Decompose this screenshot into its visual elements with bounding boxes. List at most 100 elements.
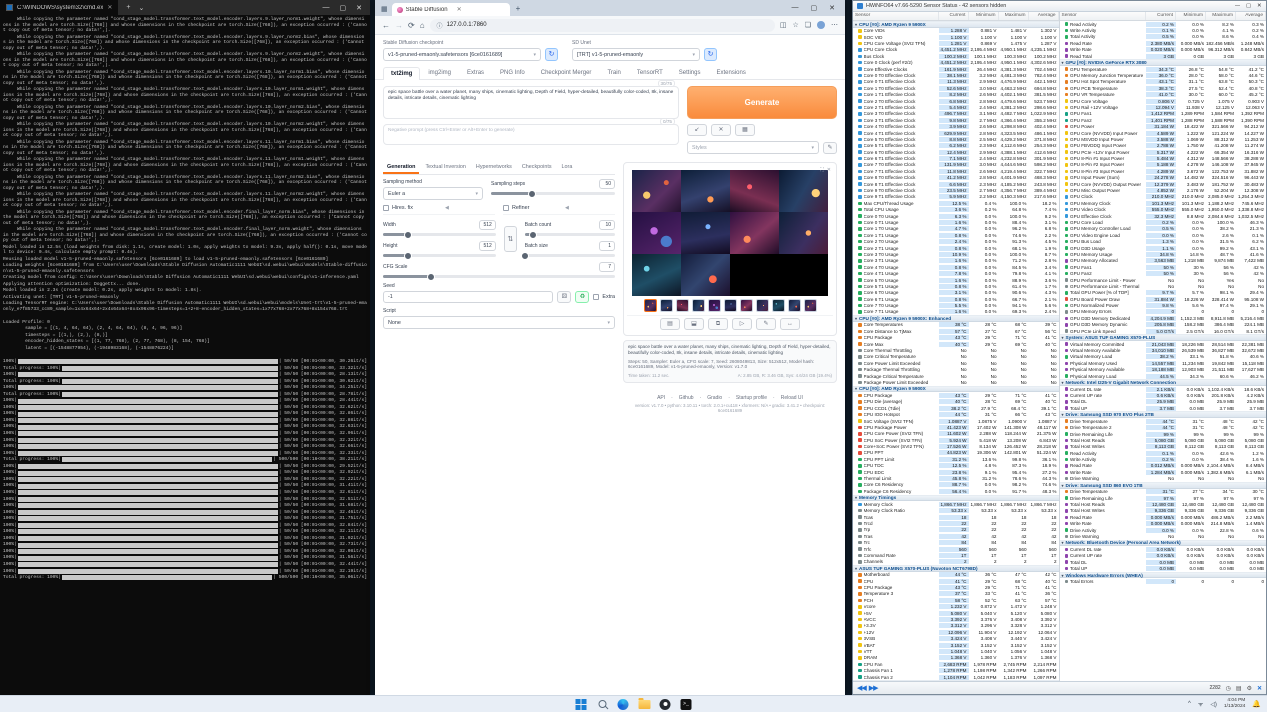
send-to-inpaint-button[interactable]: ✎	[756, 318, 776, 330]
sensor-row[interactable]: GPU Performance Limit - ThermalNoNoNoNo	[1060, 283, 1267, 289]
tab-train[interactable]: Train	[599, 66, 628, 79]
sensor-row[interactable]: Write Activity0.1 %0.0 %4.1 %0.2 %	[1060, 27, 1267, 33]
tray-chevron-icon[interactable]: ^	[1188, 701, 1191, 707]
sensor-row[interactable]: Core Distance to TjMax57 °C27 °C67 °C56 …	[853, 328, 1059, 334]
sensor-row[interactable]: +12V12.096 V11.904 V12.192 V12.064 V	[853, 629, 1059, 635]
sensor-group-header[interactable]: ▾GPU [#0]: NVIDIA GeForce RTX 3080	[1060, 59, 1267, 66]
browser-maximize-button[interactable]: ▢	[811, 4, 818, 12]
sensor-row[interactable]: Write Rate0.000 MB/s0.000 MB/s214.8 MB/s…	[1060, 520, 1267, 526]
sensor-row[interactable]: Core Effective Clocks161.9 MHz26.4 MHz4,…	[853, 66, 1059, 72]
sensor-row[interactable]: Virtual Memory Load38.2 %33.1 %51.8 %40.…	[1060, 354, 1267, 360]
batch-size-slider[interactable]: Batch size1	[525, 241, 615, 257]
sensor-row[interactable]: Core 3 T1 Usage1.6 %0.0 %71.2 %2.8 %	[853, 258, 1059, 264]
sensor-row[interactable]: Read Activity0.2 %0.0 %8.2 %0.3 %	[1060, 21, 1267, 27]
sensor-row[interactable]: Core 5 T0 Effective Clock8.8 MHz2.5 MHz4…	[853, 136, 1059, 142]
hwinfo-maximize-button[interactable]: ▢	[1246, 3, 1251, 9]
sensor-row[interactable]: GPU Core (NVVDD) Output Power12.379 W3.4…	[1060, 181, 1267, 187]
slider-track[interactable]	[491, 192, 615, 195]
tab-close-icon[interactable]: ✕	[107, 4, 112, 11]
tab-extensions[interactable]: Extensions	[708, 66, 753, 79]
column-header-minimum[interactable]: Minimum	[969, 12, 999, 20]
slider-value-input[interactable]: 512	[479, 220, 495, 230]
terminal-minimize-button[interactable]: —	[323, 4, 330, 12]
slider-track[interactable]	[383, 275, 615, 278]
sensor-row[interactable]: Package Critical TemperatureNoNoNoNo	[853, 373, 1059, 379]
footer-link-github[interactable]: Github	[679, 395, 694, 401]
sensor-row[interactable]: Current UP rate0.0 KB/s0.0 KB/s0.0 KB/s0…	[1060, 553, 1267, 559]
generated-image[interactable]	[632, 212, 681, 254]
sensor-row[interactable]: GPU Power31.184 W18.422 W321.566 W94.212…	[1060, 123, 1267, 129]
sensor-group-header[interactable]: ▾Drive: Samsung SSD 970 EVO Plus 2TB	[1060, 411, 1267, 418]
sensor-group-header[interactable]: ▾Network: Intel I225-V Gigabit Network C…	[1060, 379, 1267, 386]
tab-png-info[interactable]: PNG Info	[492, 66, 533, 79]
terminal-close-button[interactable]: ✕	[356, 4, 362, 12]
thumbnail[interactable]	[756, 299, 769, 312]
sensor-row[interactable]: GPU 8-Pin #2 Input Power5.188 W4.278 W14…	[1060, 162, 1267, 168]
terminal-maximize-button[interactable]: ▢	[340, 4, 347, 12]
workspaces-icon[interactable]: ▦	[381, 5, 388, 13]
thumbnail[interactable]	[660, 299, 673, 312]
close-gallery-icon[interactable]: ✕	[827, 167, 831, 173]
sensor-row[interactable]: Drive Remaining Life99 %99 %99 %99 %	[1060, 431, 1267, 437]
column-header-average[interactable]: Average	[1236, 12, 1266, 20]
sensor-row[interactable]: Core 2 T1 Effective Clock5.4 MHz2.4 MHz4…	[853, 104, 1059, 110]
subtab-hypernetworks[interactable]: Hypernetworks	[472, 162, 516, 174]
sensor-row[interactable]: Core 2 T1 Usage0.8 %0.0 %68.1 %1.9 %	[853, 245, 1059, 251]
sensor-row[interactable]: Core 0 T1 Usage1.6 %0.0 %88.4 %3.1 %	[853, 219, 1059, 225]
sensor-row[interactable]: GPU Misc Output Power4.852 W2.176 W52.20…	[1060, 187, 1267, 193]
tab-close-icon[interactable]: ✕	[457, 6, 505, 13]
slider-value-input[interactable]: 7	[599, 262, 615, 272]
sensor-row[interactable]: Bus Clock100.2 MHz100.1 MHz100.3 MHz100.…	[853, 53, 1059, 59]
sensor-row[interactable]: Core 0 T0 Effective Clock38.1 MHz3.2 MHz…	[853, 72, 1059, 78]
terminal-icon[interactable]: >_	[680, 698, 692, 710]
generated-image[interactable]	[632, 170, 681, 212]
sensor-row[interactable]: AVCC3.392 V3.376 V3.408 V3.392 V	[853, 616, 1059, 622]
collections-icon[interactable]: ❏	[805, 21, 811, 29]
sensor-row[interactable]: GPU Fan11,412 RPM1,289 RPM1,584 RPM1,392…	[1060, 111, 1267, 117]
sensor-row[interactable]: Core 5 T0 Usage1.6 %0.0 %88.9 %3.6 %	[853, 277, 1059, 283]
refresh-button[interactable]: ⟳	[408, 21, 415, 30]
slider-thumb[interactable]	[529, 231, 537, 239]
github-icon[interactable]	[659, 698, 671, 710]
browser-tabstrip[interactable]: ▦ Stable Diffusion ✕ + — ▢ ✕	[375, 0, 845, 16]
sensor-row[interactable]: GPU Memory Errors0000	[1060, 309, 1267, 315]
generated-image[interactable]	[681, 170, 730, 212]
expand-all-button[interactable]: ▶▶	[869, 684, 878, 692]
send-to-extras-button[interactable]: ↔	[780, 318, 800, 330]
slider-value-input[interactable]: 50	[599, 179, 615, 189]
sampling-steps-slider[interactable]: Sampling steps50	[491, 179, 615, 200]
sensor-row[interactable]: Core Power Limit ExceededNoNoNoNo	[853, 360, 1059, 366]
sensor-row[interactable]: Total CPU Usage3.6 %0.2 %64.8 %7.4 %	[853, 207, 1059, 213]
sensor-row[interactable]: GPU Video Engine Load0.0 %0.0 %2.6 %0.1 …	[1060, 232, 1267, 238]
edge-icon[interactable]	[617, 698, 629, 710]
refresh-unet-button[interactable]: ↻	[704, 48, 717, 61]
width-slider[interactable]: Width512	[383, 220, 496, 236]
sensor-row[interactable]: Write Rate0.020 MB/s0.000 MB/s96.312 MB/…	[1060, 47, 1267, 53]
sensor-row[interactable]: Vcore1.232 V0.872 V1.472 V1.248 V	[853, 604, 1059, 610]
terminal-tab[interactable]: C:\WINDOWS\system32\cmd.ex ✕	[0, 0, 118, 15]
slider-value-input[interactable]: 512	[479, 241, 495, 251]
gallery[interactable]: ⛶ ✕ ▤⬓⧉▷✎↔	[623, 162, 837, 336]
sensor-row[interactable]: Total Host Reads12,480 GB12,480 GB12,480…	[1060, 501, 1267, 507]
sensor-row[interactable]: Core 5 T1 Usage0.8 %0.0 %61.4 %1.7 %	[853, 283, 1059, 289]
sensor-row[interactable]: CPU PPT44.823 W19.306 W142.801 W51.224 W	[853, 450, 1059, 456]
collapse-all-button[interactable]: ◀◀	[857, 684, 866, 692]
sensor-row[interactable]: Core 2 T0 Effective Clock6.8 MHz2.8 MHz4…	[853, 98, 1059, 104]
sensor-row[interactable]: Drive Temperature44 °C31 °C48 °C42 °C	[1060, 418, 1267, 424]
sensor-row[interactable]: VTT1.048 V1.040 V1.056 V1.048 V	[853, 648, 1059, 654]
sensor-row[interactable]: Core Critical TemperatureNoNoNoNo	[853, 354, 1059, 360]
sensor-row[interactable]: Motherboard44 °C36 °C47 °C42 °C	[853, 572, 1059, 578]
styles-dropdown[interactable]: Styles▾	[687, 141, 819, 154]
sensor-row[interactable]: Chassis Fan 21,104 RPM1,042 RPM1,183 RPM…	[853, 674, 1059, 680]
terminal-titlebar[interactable]: C:\WINDOWS\system32\cmd.ex ✕ + ⌄ — ▢ ✕	[0, 0, 370, 15]
sensor-row[interactable]: Total DL0.0 MB0.0 MB0.0 MB0.0 MB	[1060, 559, 1267, 565]
refiner-checkbox[interactable]	[503, 205, 509, 211]
close-sensors-icon[interactable]: ✕	[1257, 685, 1262, 692]
sensor-row[interactable]: Core 7 T1 Effective Clock11.8 MHz2.6 MHz…	[853, 168, 1059, 174]
hires-checkbox[interactable]	[383, 205, 389, 211]
sensor-row[interactable]: Physical Memory Available18,188 MB12,903…	[1060, 367, 1267, 373]
seed-input[interactable]: -1	[383, 291, 553, 303]
sensor-row[interactable]: Package Power Limit ExceededNoNoNoNo	[853, 379, 1059, 385]
sensor-row[interactable]: CPU Package43 °C29 °C71 °C41 °C	[853, 335, 1059, 341]
sensor-row[interactable]: GPU Memory Junction Temperature36.0 °C28…	[1060, 72, 1267, 78]
